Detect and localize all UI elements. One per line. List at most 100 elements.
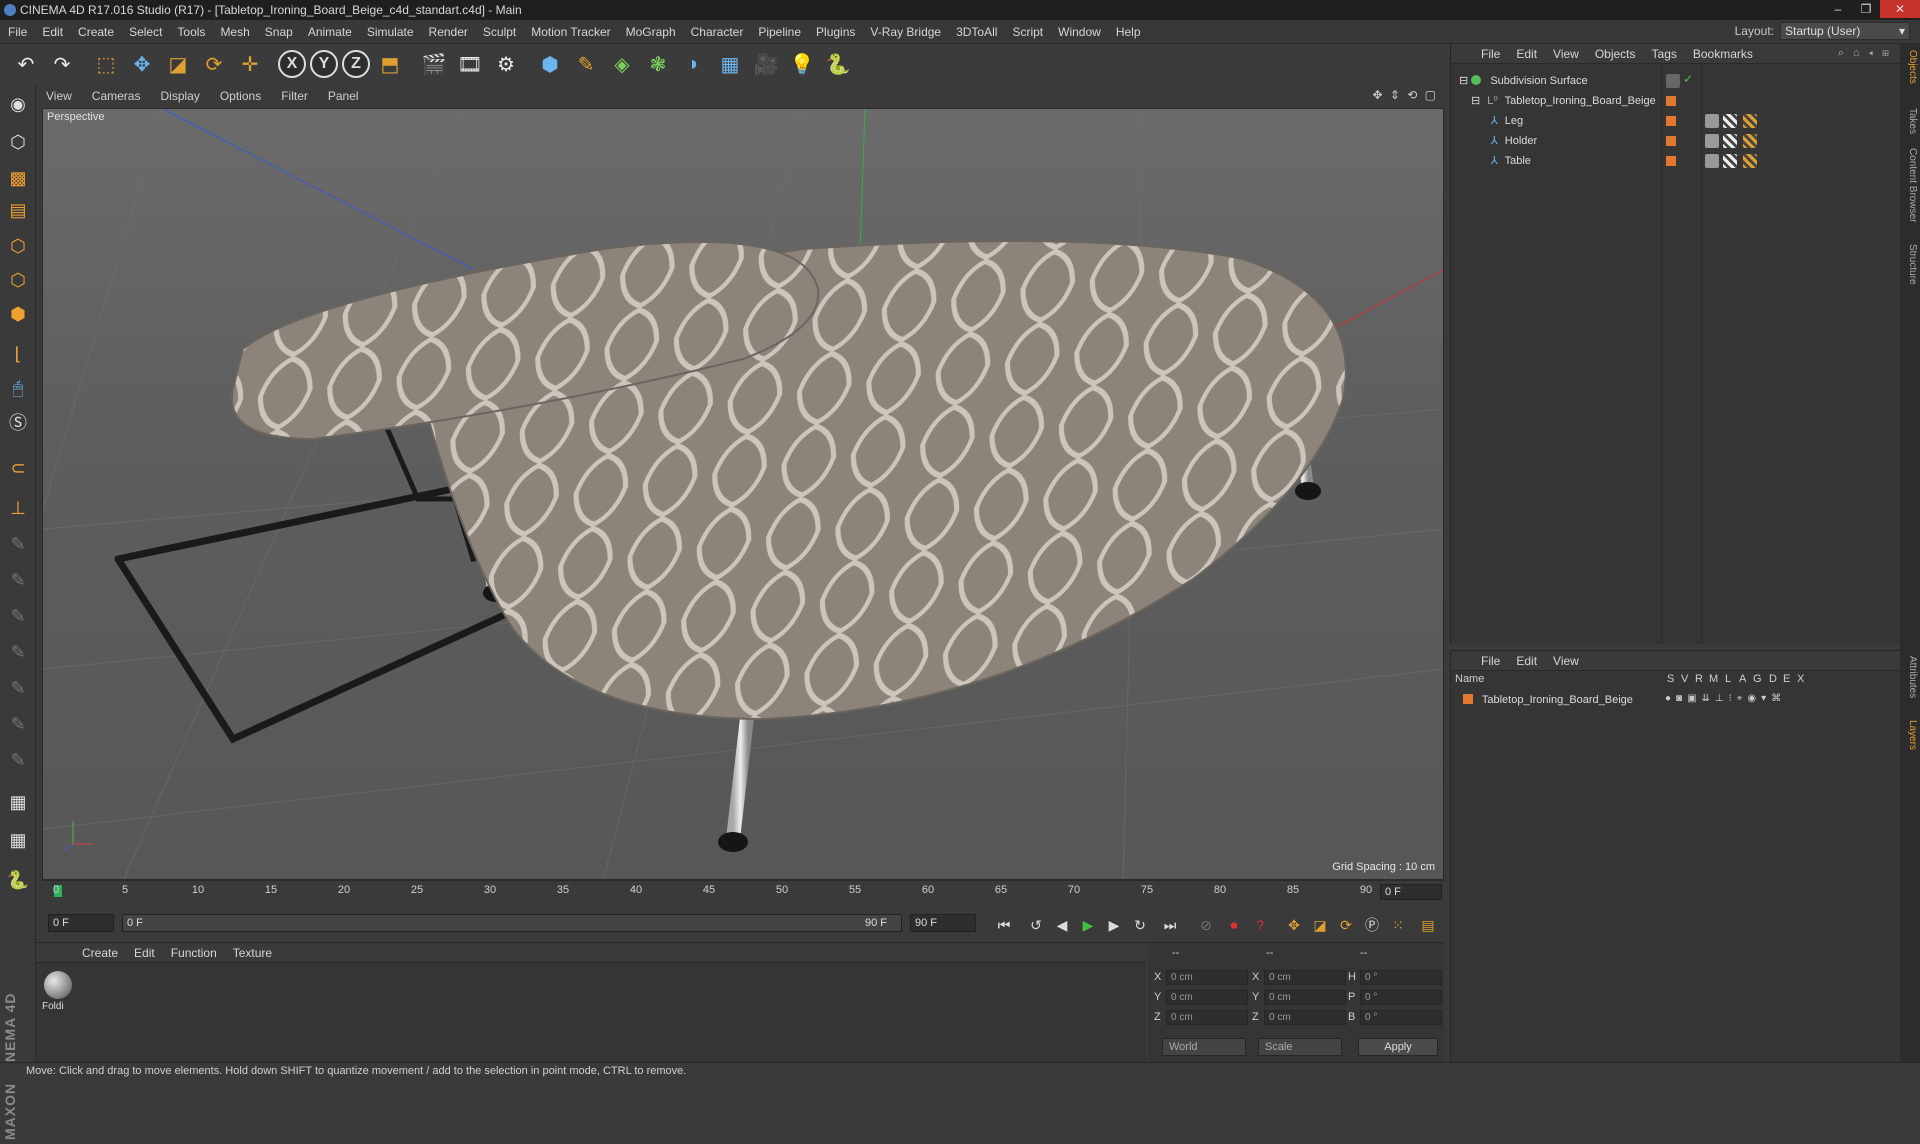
previous-frame-icon[interactable]: ◀	[1050, 913, 1074, 937]
objects-menu-file[interactable]: File	[1481, 47, 1500, 61]
tab-takes[interactable]: Takes	[1902, 108, 1918, 134]
objects-menu-view[interactable]: View	[1553, 47, 1579, 61]
menu-file[interactable]: File	[8, 25, 27, 39]
material-menu-edit[interactable]: Edit	[134, 946, 155, 960]
quantize-icon[interactable]: ▦	[4, 826, 32, 854]
texture-mode-icon[interactable]: ▩	[4, 164, 32, 192]
render-settings-icon[interactable]: ⚙	[490, 48, 522, 80]
tab-attributes[interactable]: Attributes	[1902, 656, 1918, 698]
viewport-navigation-icons[interactable]: ✥ ⇕ ⟲ ▢	[1372, 88, 1438, 102]
layers-menu-edit[interactable]: Edit	[1516, 654, 1537, 668]
undo-icon[interactable]: ↶	[10, 48, 42, 80]
layer-color-swatch[interactable]	[1666, 116, 1676, 126]
layers-menu-view[interactable]: View	[1553, 654, 1579, 668]
viewport-menu-filter[interactable]: Filter	[281, 89, 308, 103]
rotation-h-field[interactable]: 0 °	[1360, 970, 1442, 985]
object-row-tabletop-board[interactable]: ⊟ L⁰ Tabletop_Ironing_Board_Beige	[1471, 92, 1656, 110]
tab-content-browser[interactable]: Content Browser	[1902, 148, 1918, 222]
menu-snap[interactable]: Snap	[265, 25, 293, 39]
size-y-field[interactable]: 0 cm	[1264, 990, 1346, 1005]
previous-key-icon[interactable]: ↺	[1024, 913, 1048, 937]
transform-tool-icon[interactable]: ✛	[234, 48, 266, 80]
model-mode-icon[interactable]: ⬡	[4, 128, 32, 156]
autokey-icon[interactable]: ⏺	[1222, 913, 1246, 937]
menu-mesh[interactable]: Mesh	[220, 25, 249, 39]
position-key-icon[interactable]: ✥	[1282, 913, 1306, 937]
brush-tool-5-icon[interactable]: ✎	[4, 674, 32, 702]
tab-structure[interactable]: Structure	[1902, 244, 1918, 285]
menu-plugins[interactable]: Plugins	[816, 25, 855, 39]
rotation-p-field[interactable]: 0 °	[1360, 990, 1442, 1005]
material-menu-texture[interactable]: Texture	[233, 946, 272, 960]
brush-tool-6-icon[interactable]: ✎	[4, 710, 32, 738]
python-script-icon[interactable]: 🐍	[4, 866, 32, 894]
position-y-field[interactable]: 0 cm	[1166, 990, 1248, 1005]
objects-menu-objects[interactable]: Objects	[1595, 47, 1636, 61]
uvw-tag-icon[interactable]	[1743, 114, 1757, 128]
uvw-tag-icon[interactable]	[1743, 154, 1757, 168]
menu-simulate[interactable]: Simulate	[367, 25, 414, 39]
position-z-field[interactable]: 0 cm	[1166, 1010, 1248, 1025]
redo-icon[interactable]: ↷	[46, 48, 78, 80]
cloner-icon[interactable]: ❃	[642, 48, 674, 80]
viewport-menu-panel[interactable]: Panel	[328, 89, 359, 103]
workplane-icon[interactable]: ⊥	[4, 494, 32, 522]
light-icon[interactable]: 💡	[786, 48, 818, 80]
timeline-window-icon[interactable]: ▤	[1416, 913, 1440, 937]
object-row-leg[interactable]: ⅄ Leg	[1491, 112, 1523, 130]
current-frame-field[interactable]: 0 F	[1380, 884, 1442, 900]
solo-mode-icon[interactable]: Ⓢ	[4, 408, 32, 436]
viewport-menu-display[interactable]: Display	[160, 89, 199, 103]
rotation-key-icon[interactable]: ⟳	[1334, 913, 1358, 937]
rotation-b-field[interactable]: 0 °	[1360, 1010, 1442, 1025]
texture-tag-icon[interactable]	[1723, 154, 1737, 168]
deformer-icon[interactable]: ◗	[678, 48, 710, 80]
material-preview-ball[interactable]	[44, 971, 72, 999]
tab-objects[interactable]: Objects	[1902, 50, 1918, 84]
enabled-check-icon[interactable]: ✓	[1683, 72, 1693, 86]
menu-edit[interactable]: Edit	[42, 25, 63, 39]
next-key-icon[interactable]: ↻	[1128, 913, 1152, 937]
menu-character[interactable]: Character	[691, 25, 744, 39]
material-name[interactable]: Foldi	[42, 1001, 64, 1012]
go-to-end-icon[interactable]: ⏭	[1158, 913, 1182, 937]
close-button[interactable]: ✕	[1880, 0, 1920, 18]
subdivision-surface-icon[interactable]: ◈	[606, 48, 638, 80]
menu-script[interactable]: Script	[1012, 25, 1043, 39]
material-menu-create[interactable]: Create	[82, 946, 118, 960]
viewport-menu-view[interactable]: View	[46, 89, 72, 103]
menu-animate[interactable]: Animate	[308, 25, 352, 39]
record-keys-icon[interactable]: ⊘	[1194, 913, 1218, 937]
objects-search-icons[interactable]: ⌕ ⌂ ◂ ⊞	[1838, 47, 1892, 60]
texture-tag-icon[interactable]	[1723, 114, 1737, 128]
z-axis-lock-button[interactable]: Z	[342, 50, 370, 78]
size-x-field[interactable]: 0 cm	[1264, 970, 1346, 985]
menu-vray-bridge[interactable]: V-Ray Bridge	[870, 25, 941, 39]
scale-tool-icon[interactable]: ◪	[162, 48, 194, 80]
collapse-icon[interactable]: ⊟	[1471, 95, 1480, 107]
render-view-icon[interactable]: 🎬	[418, 48, 450, 80]
object-row-holder[interactable]: ⅄ Holder	[1491, 132, 1537, 150]
layer-toggle-icons[interactable]: ●◙▣⇊⊥⁝⌖◉▾⌘	[1665, 693, 1786, 704]
render-picture-viewer-icon[interactable]: 🎞	[454, 48, 486, 80]
menu-sculpt[interactable]: Sculpt	[483, 25, 516, 39]
go-to-start-icon[interactable]: ⏮	[992, 913, 1016, 937]
edges-mode-icon[interactable]: ⬡	[4, 266, 32, 294]
brush-tool-1-icon[interactable]: ✎	[4, 530, 32, 558]
layer-row[interactable]: Tabletop_Ironing_Board_Beige	[1463, 691, 1633, 709]
menu-pipeline[interactable]: Pipeline	[758, 25, 801, 39]
next-frame-icon[interactable]: ▶	[1102, 913, 1126, 937]
tweak-mode-icon[interactable]: 🖱	[4, 374, 32, 402]
objects-menu-tags[interactable]: Tags	[1652, 47, 1677, 61]
brush-tool-7-icon[interactable]: ✎	[4, 746, 32, 774]
menu-help[interactable]: Help	[1116, 25, 1141, 39]
perspective-viewport[interactable]: Perspective Grid Spacing : 10 cm	[42, 108, 1444, 880]
parameter-key-icon[interactable]: Ⓟ	[1360, 913, 1384, 937]
size-z-field[interactable]: 0 cm	[1264, 1010, 1346, 1025]
brush-tool-4-icon[interactable]: ✎	[4, 638, 32, 666]
rotate-tool-icon[interactable]: ⟳	[198, 48, 230, 80]
coordinate-mode-dropdown[interactable]: World	[1162, 1038, 1246, 1056]
snap-magnet-icon[interactable]: ⊂	[4, 454, 32, 482]
x-axis-lock-button[interactable]: X	[278, 50, 306, 78]
position-x-field[interactable]: 0 cm	[1166, 970, 1248, 985]
